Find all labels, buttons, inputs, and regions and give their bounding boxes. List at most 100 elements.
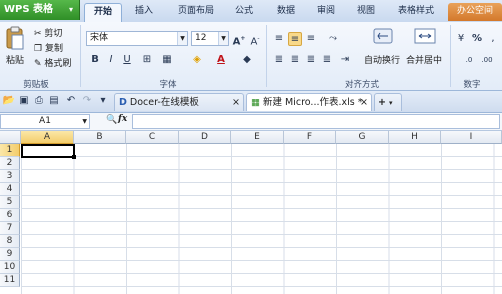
column-header[interactable]: I xyxy=(441,131,502,144)
fill-color-icon[interactable]: ◈ xyxy=(190,53,204,67)
column-header[interactable]: A xyxy=(21,131,74,144)
font-group-label: 字体 xyxy=(159,80,177,90)
tab-table-style[interactable]: 表格样式 xyxy=(390,3,442,21)
border-icon[interactable]: ⊞ xyxy=(140,53,154,67)
tab-data[interactable]: 数据 xyxy=(268,3,304,21)
paste-icon[interactable] xyxy=(4,26,26,52)
tab-home[interactable]: 开始 xyxy=(84,3,122,22)
align-middle-icon[interactable]: ≡ xyxy=(288,32,302,46)
align-left-icon[interactable]: ≣ xyxy=(272,53,286,67)
column-header[interactable]: F xyxy=(284,131,336,144)
row-header[interactable]: 11 xyxy=(0,274,20,287)
currency-icon[interactable]: ¥ xyxy=(454,32,468,46)
formula-input[interactable] xyxy=(132,114,500,129)
copy-label: 复制 xyxy=(44,44,63,54)
open-folder-icon[interactable]: 📂 xyxy=(2,94,16,108)
font-size-select[interactable]: 12 ▼ xyxy=(191,31,229,46)
font-color-icon[interactable]: A xyxy=(214,53,228,67)
increase-decimal-icon[interactable]: .0 xyxy=(462,53,476,67)
docer-icon: D xyxy=(119,97,127,108)
column-header[interactable]: C xyxy=(126,131,179,144)
cut-button[interactable]: ✂ 剪切 xyxy=(34,26,63,39)
app-menu-button[interactable]: WPS 表格 ▾ xyxy=(0,0,80,20)
chevron-down-icon[interactable]: ▼ xyxy=(177,32,187,45)
row-header[interactable]: 8 xyxy=(0,235,20,248)
row-header[interactable]: 4 xyxy=(0,183,20,196)
chevron-down-icon[interactable]: ▼ xyxy=(82,115,87,128)
save-icon[interactable]: ▣ xyxy=(17,94,31,108)
close-icon[interactable]: × xyxy=(232,94,240,111)
text-direction-icon[interactable]: ⤳ xyxy=(326,32,340,46)
spreadsheet-icon: ▦ xyxy=(251,97,260,108)
font-name-select[interactable]: 宋体 ▼ xyxy=(86,31,188,46)
percent-button[interactable]: % xyxy=(470,32,484,46)
doc-tab-active[interactable]: ▦ 新建 Micro...作表.xls * × xyxy=(246,93,372,111)
doc-tab-label: Docer-在线模板 xyxy=(129,97,199,108)
cut-label: 剪切 xyxy=(44,29,63,39)
row-header[interactable]: 10 xyxy=(0,261,20,274)
fill-handle[interactable] xyxy=(72,155,76,159)
clear-format-icon[interactable]: ◆ xyxy=(240,53,254,67)
document-tab-bar: 📂 ▣ ⎙ ▤ ↶ ↷ ▾ D Docer-在线模板 × ▦ 新建 Micro.… xyxy=(0,91,502,113)
chevron-down-icon: ▾ xyxy=(68,5,73,14)
print-icon[interactable]: ⎙ xyxy=(32,94,46,108)
active-cell-cursor[interactable] xyxy=(21,144,75,158)
indent-icon[interactable]: ⇥ xyxy=(338,53,352,67)
column-header[interactable]: G xyxy=(336,131,389,144)
undo-icon[interactable]: ↶ xyxy=(64,94,78,108)
merge-center-button[interactable]: 合并居中 xyxy=(406,53,442,66)
align-center-icon[interactable]: ≣ xyxy=(288,53,302,67)
close-icon[interactable]: × xyxy=(360,94,368,111)
row-header[interactable]: 6 xyxy=(0,209,20,222)
zoom-magnifier-icon[interactable]: 🔍 xyxy=(106,115,117,125)
column-header[interactable]: E xyxy=(231,131,284,144)
fx-button[interactable]: fx xyxy=(118,114,127,124)
group-divider xyxy=(266,25,267,87)
grow-font-icon[interactable]: A+ xyxy=(232,32,246,47)
tab-formulas[interactable]: 公式 xyxy=(226,3,262,21)
quick-access-dropdown-icon[interactable]: ▾ xyxy=(96,94,110,108)
merge-cells-icon[interactable]: ▦ xyxy=(160,53,174,67)
copy-button[interactable]: ❐ 复制 xyxy=(34,41,63,54)
tab-insert[interactable]: 插入 xyxy=(126,3,162,21)
select-all-corner[interactable] xyxy=(0,131,21,144)
shrink-font-icon[interactable]: A- xyxy=(248,32,262,47)
chevron-down-icon[interactable]: ▼ xyxy=(218,32,228,45)
plus-icon: + xyxy=(378,97,386,108)
row-header[interactable]: 1 xyxy=(0,144,20,157)
row-header[interactable]: 7 xyxy=(0,222,20,235)
cell-area[interactable] xyxy=(21,144,502,294)
paste-button[interactable]: 粘贴 xyxy=(6,53,24,66)
align-bottom-icon[interactable]: ≡ xyxy=(304,32,318,46)
bold-button[interactable]: B xyxy=(88,53,102,67)
row-header[interactable]: 2 xyxy=(0,157,20,170)
underline-button[interactable]: U xyxy=(120,53,134,67)
name-box[interactable]: A1 ▼ xyxy=(0,114,90,129)
italic-button[interactable]: I xyxy=(104,53,118,67)
merge-center-icon[interactable] xyxy=(410,26,440,46)
align-right-icon[interactable]: ≣ xyxy=(304,53,318,67)
column-header[interactable]: B xyxy=(74,131,126,144)
new-tab-button[interactable]: + ▾ xyxy=(374,93,402,111)
redo-icon[interactable]: ↷ xyxy=(80,94,94,108)
wrap-text-icon[interactable] xyxy=(368,26,398,46)
wrap-text-button[interactable]: 自动换行 xyxy=(364,53,400,66)
ribbon: 粘贴 ✂ 剪切 ❐ 复制 ✎ 格式刷 剪贴板 宋体 ▼ 12 ▼ A+ A- B… xyxy=(0,22,502,91)
doc-tab-docer[interactable]: D Docer-在线模板 × xyxy=(114,93,244,111)
column-header[interactable]: H xyxy=(389,131,441,144)
number-group-label: 数字 xyxy=(463,80,481,90)
tab-review[interactable]: 审阅 xyxy=(308,3,344,21)
tab-view[interactable]: 视图 xyxy=(348,3,384,21)
column-header[interactable]: D xyxy=(179,131,231,144)
tab-page-layout[interactable]: 页面布局 xyxy=(168,3,224,21)
decrease-decimal-icon[interactable]: .00 xyxy=(480,53,494,67)
tab-office-space[interactable]: 办公空间 xyxy=(448,3,502,21)
align-top-icon[interactable]: ≡ xyxy=(272,32,286,46)
comma-style-icon[interactable]: , xyxy=(486,32,500,46)
print-preview-icon[interactable]: ▤ xyxy=(47,94,61,108)
row-header[interactable]: 5 xyxy=(0,196,20,209)
row-header[interactable]: 9 xyxy=(0,248,20,261)
row-header[interactable]: 3 xyxy=(0,170,20,183)
justify-icon[interactable]: ≣ xyxy=(320,53,334,67)
format-painter-button[interactable]: ✎ 格式刷 xyxy=(34,56,71,69)
